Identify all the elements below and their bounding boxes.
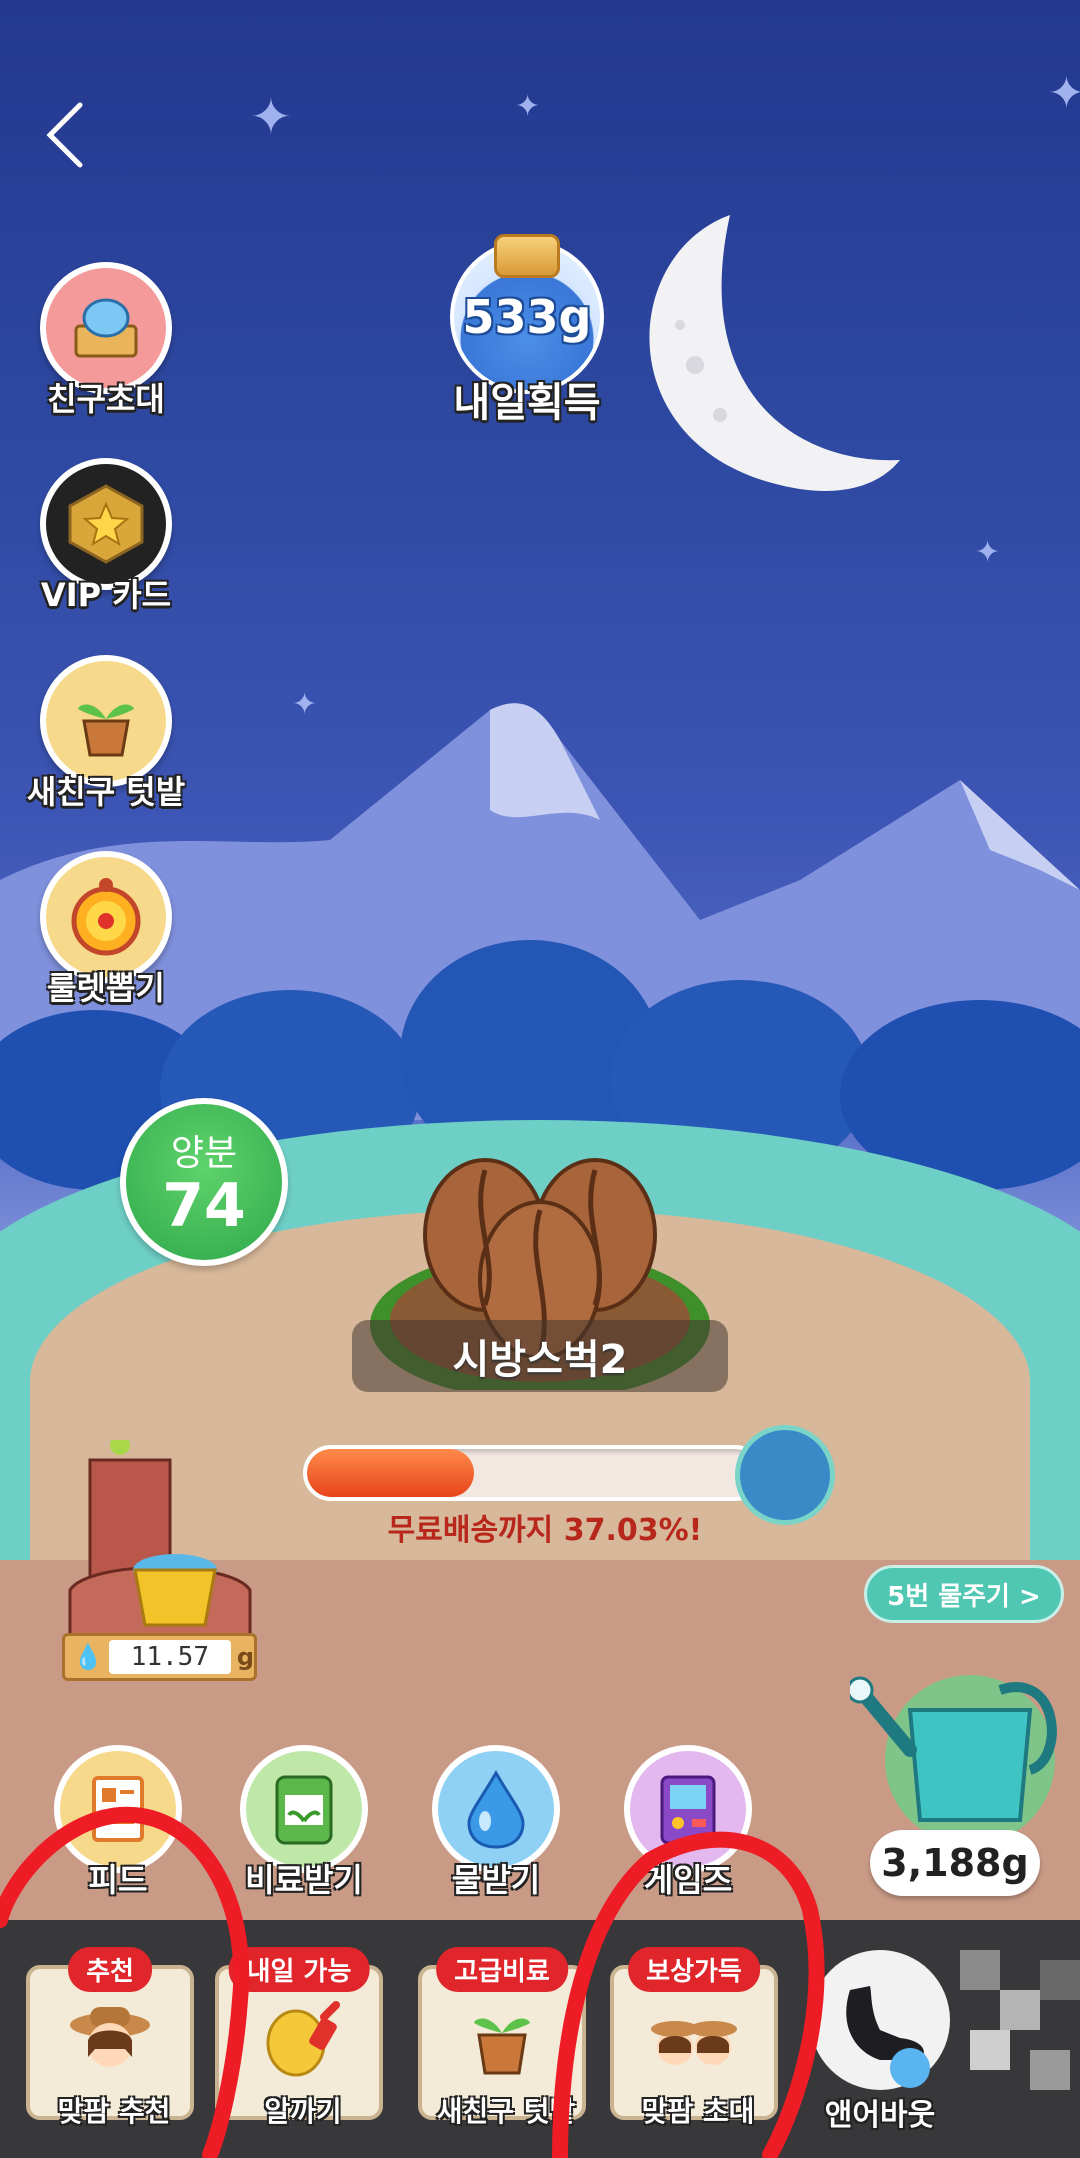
fertilizer-bag-icon	[240, 1745, 368, 1873]
get-fertilizer-button[interactable]: 비료받기	[240, 1745, 368, 1899]
delivery-progress-bar	[303, 1445, 763, 1501]
nutrient-value: 74	[162, 1171, 246, 1241]
nutrient-badge[interactable]: 양분 74	[120, 1098, 288, 1266]
censored-pixel	[1000, 1990, 1040, 2030]
water-supply-unit: g	[236, 1643, 254, 1671]
invite-friend-button[interactable]: 친구초대	[40, 262, 172, 418]
reward-jar[interactable]: 533g 내일획득	[450, 234, 604, 426]
farmer-girl-icon	[70, 2007, 150, 2067]
side-menu-label: 친구초대	[47, 380, 165, 418]
star-icon: ✦	[515, 89, 541, 124]
farmer-duo-icon	[651, 2021, 737, 2065]
water-drop-icon	[432, 1745, 560, 1873]
water-drop-icon: 💧	[73, 1643, 103, 1671]
censored-pixel	[960, 1950, 1000, 1990]
reward-amount: 533g	[462, 290, 592, 344]
jar-lid-icon	[494, 234, 560, 278]
star-icon: ✦	[975, 535, 1001, 570]
andabout-product-button[interactable]	[810, 1950, 950, 2090]
plant-name-label: 시방스벅2	[352, 1320, 728, 1392]
delivery-progress-text: 무료배송까지 37.03%!	[387, 1513, 703, 1548]
andabout-label: 앤어바웃	[824, 2098, 936, 2133]
arcade-icon	[624, 1745, 752, 1873]
censored-pixel	[1030, 2050, 1070, 2090]
water-five-times-button[interactable]: 5번 물주기 >	[864, 1565, 1064, 1623]
watering-can-amount: 3,188g	[870, 1830, 1040, 1896]
card-badge: 고급비료	[436, 1947, 568, 1992]
censored-pixel	[970, 2030, 1010, 2070]
sock-product-image	[846, 1986, 930, 2088]
reward-caption: 내일획득	[453, 380, 601, 426]
side-menu-label: 새친구 텃밭	[26, 773, 186, 811]
side-menu-label: VIP 카드	[40, 576, 172, 614]
matpam-recommend-card[interactable]: 추천 맞팜 추천	[26, 1947, 194, 2128]
matpam-invite-card[interactable]: 보상가득 맞팜 초대	[610, 1947, 778, 2128]
watering-can-icon[interactable]	[850, 1650, 1070, 1850]
star-icon: ✦	[1048, 68, 1080, 119]
censored-pixel	[1040, 1960, 1080, 2000]
side-menu-label: 룰렛뽑기	[47, 969, 165, 1007]
card-badge: 내일 가능	[228, 1947, 370, 1992]
card-badge: 보상가득	[628, 1947, 760, 1992]
action-label: 물받기	[451, 1861, 541, 1899]
golden-egg-icon	[266, 2001, 340, 2077]
card-label: 알까기	[264, 2095, 342, 2128]
card-badge: 추천	[68, 1947, 152, 1992]
feed-button[interactable]: 피드	[54, 1745, 182, 1899]
water-supply-value: 11.57	[108, 1640, 231, 1674]
nutrient-label: 양분	[170, 1133, 238, 1174]
back-chevron-icon[interactable]	[40, 100, 90, 170]
card-label: 맞팜 초대	[641, 2095, 755, 2128]
sprout-pot-icon	[474, 2018, 530, 2075]
star-icon: ✦	[250, 88, 292, 146]
action-label: 피드	[88, 1861, 148, 1899]
new-friend-garden-card[interactable]: 고급비료 새친구 텃밭	[418, 1947, 586, 2128]
get-water-button[interactable]: 물받기	[432, 1745, 560, 1899]
moon-icon	[649, 215, 900, 491]
feed-card-icon	[54, 1745, 182, 1873]
action-label: 비료받기	[245, 1861, 363, 1899]
delivery-progress-fill	[307, 1449, 475, 1497]
vip-card-button[interactable]: VIP 카드	[40, 458, 172, 614]
egg-hatch-card[interactable]: 내일 가능 알까기	[215, 1947, 383, 2128]
new-friend-garden-button[interactable]: 새친구 텃밭	[27, 655, 185, 811]
games-button[interactable]: 게임즈	[624, 1745, 752, 1899]
card-label: 맞팜 추천	[57, 2095, 171, 2128]
card-label: 새친구 텃밭	[436, 2095, 576, 2128]
roulette-button[interactable]: 룰렛뽑기	[40, 851, 172, 1007]
water-supply-meter: 💧 11.57 g	[62, 1633, 257, 1681]
action-label: 게임즈	[643, 1861, 733, 1899]
